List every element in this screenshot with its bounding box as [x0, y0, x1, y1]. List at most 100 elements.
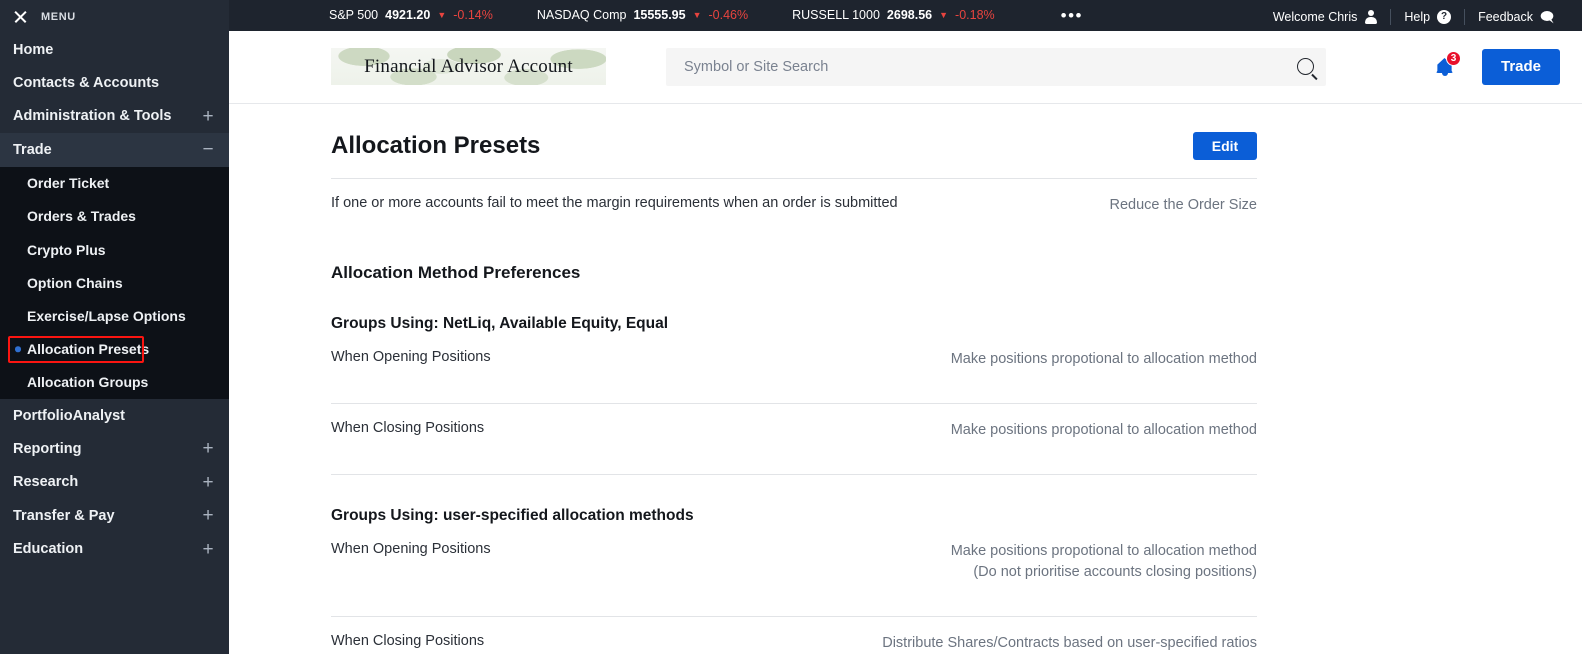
sidebar-item-label: Order Ticket [27, 175, 110, 192]
feedback-label: Feedback [1478, 9, 1533, 24]
plus-icon[interactable]: + [201, 107, 215, 126]
plus-icon[interactable]: + [201, 540, 215, 559]
page-title: Allocation Presets [331, 131, 541, 159]
divider [331, 474, 1257, 476]
welcome-user-menu[interactable]: Welcome Chris [1260, 10, 1391, 24]
sidebar-item-label: Reporting [13, 440, 82, 457]
help-label: Help [1404, 9, 1431, 24]
row-value: Make positions propotional to allocation… [950, 350, 1257, 367]
sidebar-item-reporting[interactable]: Reporting + [0, 432, 229, 465]
sidebar-item-orders-trades[interactable]: Orders & Trades [0, 200, 229, 233]
menu-label: MENU [41, 10, 76, 23]
sidebar-item-home[interactable]: Home [0, 33, 229, 66]
section-title-allocation-method-preferences: Allocation Method Preferences [331, 262, 581, 282]
ticker-price: 15555.95 [633, 8, 686, 23]
ticker-change: -0.18% [955, 8, 995, 23]
table-row: When Opening Positions Make positions pr… [331, 525, 1257, 598]
bell-clapper-icon [1441, 71, 1448, 76]
close-menu-icon[interactable] [13, 9, 28, 24]
notification-badge: 3 [1446, 50, 1461, 66]
sidebar-item-portfolioanalyst[interactable]: PortfolioAnalyst [0, 399, 229, 432]
sidebar-item-option-chains[interactable]: Option Chains [0, 266, 229, 299]
ticker-more-icon[interactable]: ••• [1061, 7, 1083, 24]
content-area: S&P 500 4921.20 ▼ -0.14% NASDAQ Comp 155… [229, 0, 1582, 654]
search-input[interactable] [684, 58, 1297, 75]
row-value-line1: Make positions propotional to allocation… [950, 543, 1257, 560]
active-indicator-dot [15, 346, 21, 352]
header-actions: 3 Trade [1434, 48, 1568, 85]
main-content: Allocation Presets Edit If one or more a… [229, 103, 1582, 654]
sidebar-item-administration-tools[interactable]: Administration & Tools + [0, 100, 229, 133]
sidebar-item-label: Option Chains [27, 274, 123, 291]
feedback-button[interactable]: Feedback [1465, 10, 1568, 24]
help-button[interactable]: Help ? [1391, 9, 1464, 24]
menu-header[interactable]: MENU [0, 0, 229, 33]
sidebar-item-label: Exercise/Lapse Options [27, 307, 186, 324]
trade-button[interactable]: Trade [1482, 48, 1560, 85]
ticker-quote-russell1000[interactable]: RUSSELL 1000 2698.56 ▼ -0.18% [792, 8, 995, 22]
sidebar-item-crypto-plus[interactable]: Crypto Plus [0, 233, 229, 266]
down-arrow-icon: ▼ [939, 9, 949, 20]
row-value: Distribute Shares/Contracts based on use… [882, 633, 1257, 654]
sidebar-item-label: Contacts & Accounts [13, 75, 160, 92]
speech-bubble-icon [1540, 10, 1555, 24]
person-icon [1364, 10, 1377, 24]
row-label: When Closing Positions [331, 420, 485, 436]
sidebar-nav-bottom: PortfolioAnalyst Reporting + Research + … [0, 398, 229, 654]
search-icon[interactable] [1297, 58, 1314, 76]
ticker-quote-sp500[interactable]: S&P 500 4921.20 ▼ -0.14% [329, 8, 493, 22]
sidebar-item-label: Crypto Plus [27, 241, 106, 258]
sidebar-item-transfer-pay[interactable]: Transfer & Pay + [0, 499, 229, 532]
question-mark-icon: ? [1437, 9, 1452, 24]
ticker-bar-right: Welcome Chris Help ? Feedback [1260, 0, 1568, 33]
sidebar-item-research[interactable]: Research + [0, 466, 229, 499]
sidebar-item-label: Administration & Tools [13, 108, 172, 125]
row-label: If one or more accounts fail to meet the… [331, 194, 898, 211]
plus-icon[interactable]: + [201, 473, 215, 492]
row-label: When Closing Positions [331, 633, 485, 650]
ticker-name: NASDAQ Comp [536, 8, 627, 23]
row-value-line1: Distribute Shares/Contracts based on use… [882, 635, 1257, 652]
sidebar-item-contacts-accounts[interactable]: Contacts & Accounts [0, 66, 229, 99]
brand-logo[interactable]: Financial Advisor Account [331, 48, 606, 86]
site-header: Financial Advisor Account 3 Trade [229, 30, 1582, 104]
down-arrow-icon: ▼ [692, 9, 702, 20]
sidebar-submenu-trade: Order Ticket Orders & Trades Crypto Plus… [0, 166, 229, 399]
group-title-netliq: Groups Using: NetLiq, Available Equity, … [331, 314, 669, 332]
plus-icon[interactable]: + [201, 439, 215, 458]
row-label: When Opening Positions [331, 541, 491, 558]
sidebar-item-label: Education [13, 541, 84, 558]
table-row: When Closing Positions Distribute Shares… [331, 617, 1257, 654]
ticker-price: 4921.20 [385, 8, 431, 23]
sidebar-nav-top: Home Contacts & Accounts Administration … [0, 33, 229, 167]
brand-logo-text: Financial Advisor Account [364, 55, 573, 77]
page-header: Allocation Presets Edit [331, 104, 1257, 160]
sidebar-item-label: Allocation Presets [27, 341, 150, 358]
sidebar-item-exercise-lapse-options[interactable]: Exercise/Lapse Options [0, 299, 229, 332]
row-value-line2: (Do not prioritise accounts closing posi… [973, 564, 1257, 581]
ticker-quote-nasdaq[interactable]: NASDAQ Comp 15555.95 ▼ -0.46% [537, 8, 748, 22]
sidebar-item-education[interactable]: Education + [0, 532, 229, 565]
sidebar-item-order-ticket[interactable]: Order Ticket [0, 167, 229, 200]
ticker-price: 2698.56 [886, 8, 933, 23]
notifications-button[interactable]: 3 [1434, 50, 1461, 80]
ticker-change: -0.46% [708, 8, 749, 23]
ticker-change: -0.14% [453, 8, 493, 23]
table-row: When Closing Positions Make positions pr… [331, 404, 1257, 456]
group-title-user-specified: Groups Using: user-specified allocation … [331, 507, 694, 525]
edit-button[interactable]: Edit [1193, 131, 1257, 160]
row-value: Make positions propotional to allocation… [951, 541, 1257, 583]
search-bar[interactable] [666, 47, 1326, 86]
welcome-label: Welcome Chris [1272, 9, 1358, 24]
sidebar-item-label: Trade [13, 141, 52, 158]
row-label: When Opening Positions [331, 348, 491, 365]
margin-requirement-row: If one or more accounts fail to meet the… [331, 179, 1257, 231]
sidebar-item-allocation-groups[interactable]: Allocation Groups [0, 366, 229, 399]
sidebar-item-trade[interactable]: Trade − [0, 133, 229, 167]
minus-icon[interactable]: − [201, 140, 215, 159]
ticker-name: RUSSELL 1000 [792, 8, 880, 23]
row-value: Reduce the Order Size [1109, 196, 1258, 213]
plus-icon[interactable]: + [201, 506, 215, 525]
sidebar-item-allocation-presets[interactable]: Allocation Presets [0, 333, 229, 366]
sidebar-item-label: Home [13, 41, 54, 58]
